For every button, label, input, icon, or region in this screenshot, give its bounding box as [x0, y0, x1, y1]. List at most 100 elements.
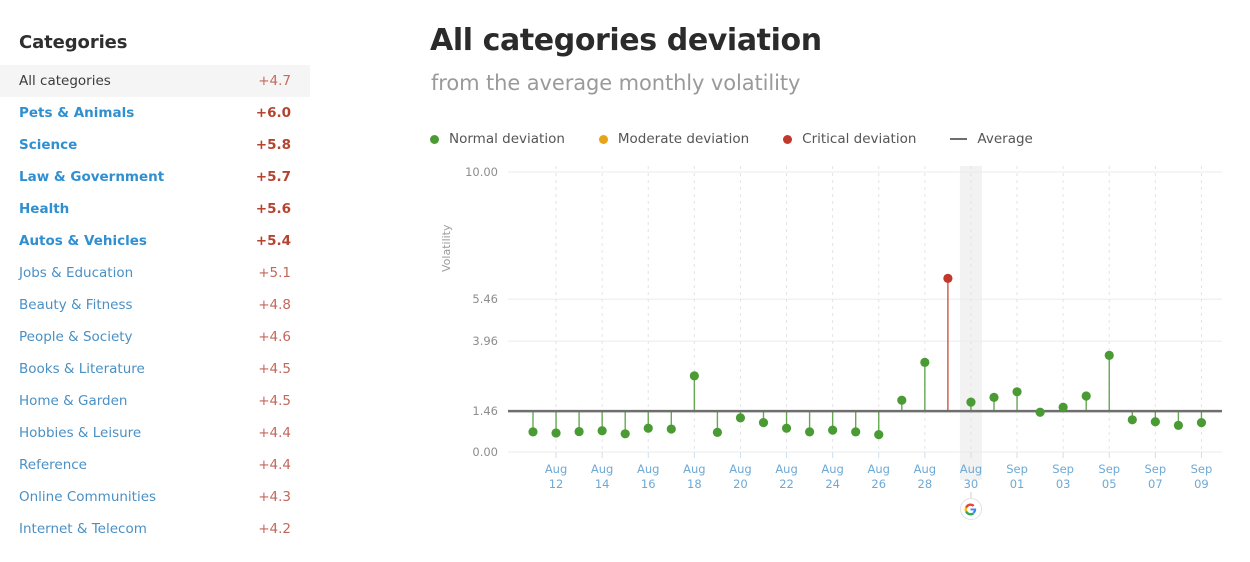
x-tick-month: Aug: [959, 462, 983, 476]
data-point[interactable]: [1104, 350, 1114, 360]
x-axis-tick-label: Aug 16: [628, 462, 668, 492]
y-axis-tick-label: 1.46: [472, 404, 498, 419]
x-tick-month: Aug: [775, 462, 798, 476]
category-row[interactable]: Jobs & Education +5.1: [0, 257, 310, 289]
category-row[interactable]: Law & Government +5.7: [0, 161, 310, 193]
category-row[interactable]: Autos & Vehicles +5.4: [0, 225, 310, 257]
category-row[interactable]: Science +5.8: [0, 129, 310, 161]
x-tick-month: Aug: [544, 462, 568, 476]
data-point[interactable]: [1196, 418, 1207, 428]
data-point[interactable]: [1035, 407, 1045, 417]
category-label[interactable]: Health: [19, 201, 69, 217]
category-deviation-value: +6.0: [255, 105, 291, 121]
data-point[interactable]: [712, 427, 722, 437]
data-point[interactable]: [851, 427, 861, 437]
category-label[interactable]: Reference: [19, 457, 87, 473]
category-row[interactable]: People & Society +4.6: [0, 321, 310, 353]
data-point[interactable]: [735, 413, 746, 423]
data-point[interactable]: [666, 424, 676, 434]
x-tick-day: 07: [1148, 477, 1163, 491]
data-point[interactable]: [943, 273, 953, 283]
x-tick-day: 09: [1194, 477, 1209, 491]
x-tick-day: 01: [1009, 477, 1025, 491]
category-deviation-value: +4.4: [258, 425, 291, 441]
category-label[interactable]: Science: [19, 137, 77, 153]
category-deviation-value: +4.5: [258, 393, 291, 409]
volatility-plot: 0.00 1.46 3.96 5.46 10.00 Volatility Aug 12 Aug 1…: [310, 0, 1250, 562]
data-point[interactable]: [620, 429, 630, 439]
category-label[interactable]: Books & Literature: [19, 361, 145, 377]
x-axis-tick-label: Aug 22: [767, 462, 807, 492]
x-tick-day: 30: [963, 477, 979, 491]
data-point[interactable]: [1150, 417, 1160, 427]
category-row[interactable]: Hobbies & Leisure +4.4: [0, 417, 310, 449]
category-label[interactable]: Beauty & Fitness: [19, 297, 133, 313]
data-point[interactable]: [528, 427, 538, 437]
x-tick-month: Sep: [1144, 462, 1167, 476]
x-axis-tick-label: Sep 01: [997, 462, 1037, 492]
category-label[interactable]: All categories: [19, 73, 111, 89]
data-point[interactable]: [597, 426, 607, 436]
categories-sidebar: Categories All categories +4.7 Pets & Anim…: [0, 0, 310, 562]
x-tick-day: 16: [640, 477, 656, 491]
category-row[interactable]: Internet & Telecom +4.2: [0, 513, 310, 545]
category-label[interactable]: Jobs & Education: [19, 265, 133, 281]
category-deviation-value: +5.8: [255, 137, 291, 153]
category-label[interactable]: Internet & Telecom: [19, 521, 147, 537]
data-point[interactable]: [643, 423, 653, 433]
data-point[interactable]: [1012, 387, 1022, 397]
category-label[interactable]: People & Society: [19, 329, 133, 345]
category-label[interactable]: Autos & Vehicles: [19, 233, 147, 249]
x-tick-day: 05: [1101, 477, 1117, 491]
x-axis-tick-label: Sep 05: [1089, 462, 1129, 492]
data-point[interactable]: [758, 418, 769, 428]
category-deviation-value: +5.6: [255, 201, 291, 217]
data-point[interactable]: [781, 423, 792, 433]
y-axis-title: Volatility: [440, 224, 453, 272]
data-point[interactable]: [805, 427, 815, 437]
data-point[interactable]: [897, 395, 907, 405]
category-deviation-value: +4.3: [258, 489, 291, 505]
category-row[interactable]: Online Communities +4.3: [0, 481, 310, 513]
x-tick-day: 18: [687, 477, 702, 491]
x-tick-month: Sep: [1190, 462, 1213, 476]
x-tick-month: Aug: [729, 462, 752, 476]
data-point[interactable]: [1173, 420, 1183, 430]
category-label[interactable]: Law & Government: [19, 169, 164, 185]
data-point[interactable]: [1058, 402, 1068, 412]
category-row[interactable]: Health +5.6: [0, 193, 310, 225]
category-row[interactable]: Beauty & Fitness +4.8: [0, 289, 310, 321]
category-label[interactable]: Home & Garden: [19, 393, 127, 409]
category-deviation-value: +4.2: [258, 521, 291, 537]
category-row[interactable]: Pets & Animals +6.0: [0, 97, 310, 129]
x-axis-tick-label: Aug 26: [859, 462, 899, 492]
data-point[interactable]: [574, 426, 584, 437]
x-axis-tick-label: Aug 28: [905, 462, 945, 492]
x-tick-month: Sep: [1052, 462, 1074, 476]
data-point[interactable]: [920, 357, 930, 367]
x-tick-month: Aug: [821, 462, 844, 476]
data-point[interactable]: [989, 392, 999, 402]
data-point[interactable]: [828, 425, 838, 435]
category-label[interactable]: Pets & Animals: [19, 105, 134, 121]
x-tick-month: Aug: [913, 462, 937, 476]
data-point[interactable]: [1127, 415, 1137, 425]
x-tick-day: 24: [825, 477, 840, 491]
category-list: All categories +4.7 Pets & Animals +6.0 Scie…: [0, 65, 310, 545]
data-point[interactable]: [966, 397, 976, 407]
data-point[interactable]: [874, 430, 884, 440]
category-label[interactable]: Online Communities: [19, 489, 156, 505]
category-label[interactable]: Hobbies & Leisure: [19, 425, 141, 441]
category-row[interactable]: Books & Literature +4.5: [0, 353, 310, 385]
google-g-icon[interactable]: [959, 498, 982, 520]
x-axis-tick-label: Aug 20: [720, 462, 760, 492]
data-point[interactable]: [551, 428, 561, 438]
x-tick-day: 03: [1055, 477, 1071, 491]
category-row[interactable]: Reference +4.4: [0, 449, 310, 481]
category-row[interactable]: All categories +4.7: [0, 65, 310, 97]
data-point[interactable]: [689, 371, 699, 381]
google-g-glyph: [964, 503, 977, 515]
category-row[interactable]: Home & Garden +4.5: [0, 385, 310, 417]
data-point[interactable]: [1081, 391, 1091, 401]
x-tick-day: 12: [548, 477, 564, 491]
